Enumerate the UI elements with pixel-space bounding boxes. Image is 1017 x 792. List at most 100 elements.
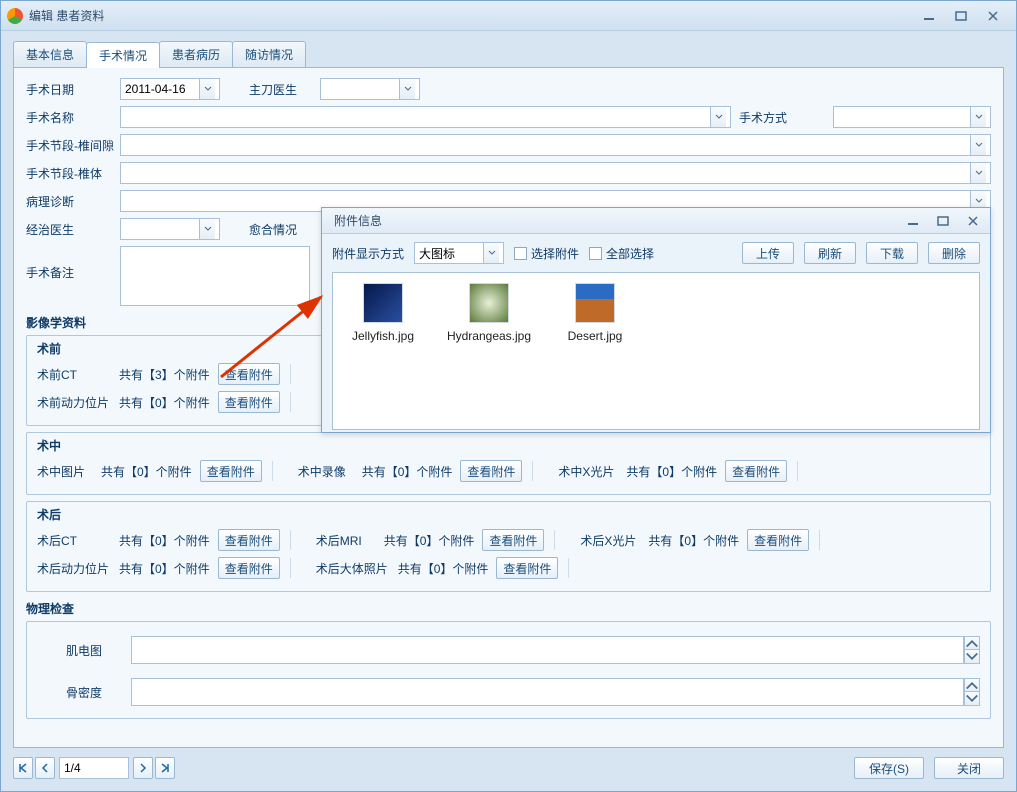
attachment-list: Jellyfish.jpg Hydrangeas.jpg Desert.jpg	[332, 272, 980, 430]
intraop-image-label: 术中图片	[37, 463, 93, 480]
chevron-up-icon[interactable]	[964, 678, 980, 692]
dialog-maximize-button[interactable]	[932, 213, 954, 229]
tab-followup[interactable]: 随访情况	[232, 41, 306, 67]
intraop-xray-view-button[interactable]: 查看附件	[725, 460, 787, 482]
close-button[interactable]: 关闭	[934, 757, 1004, 779]
delete-button[interactable]: 删除	[928, 242, 980, 264]
chevron-down-icon	[970, 135, 986, 155]
physical-group: 肌电图 骨密度	[26, 621, 991, 719]
intraop-title: 术中	[37, 437, 980, 454]
attending-field[interactable]	[120, 218, 220, 240]
chevron-down-icon	[970, 107, 986, 127]
postop-xray-label: 术后X光片	[580, 532, 640, 549]
intraop-xray-label: 术中X光片	[558, 463, 618, 480]
divider	[819, 530, 821, 550]
chevron-down-icon[interactable]	[964, 650, 980, 664]
preop-ct-view-button[interactable]: 查看附件	[218, 363, 280, 385]
postop-gross-label: 术后大体照片	[316, 560, 390, 577]
attachment-item[interactable]: Desert.jpg	[555, 283, 635, 343]
divider	[797, 461, 799, 481]
note-field[interactable]	[120, 246, 310, 306]
divider	[272, 461, 274, 481]
select-attachment-checkbox[interactable]: 选择附件	[514, 245, 579, 262]
display-mode-label: 附件显示方式	[332, 245, 404, 262]
bone-density-field[interactable]	[131, 678, 964, 706]
file-name: Jellyfish.jpg	[352, 329, 414, 343]
surgery-method-field[interactable]	[833, 106, 991, 128]
tab-basic-info[interactable]: 基本信息	[13, 41, 87, 67]
download-button[interactable]: 下载	[866, 242, 918, 264]
divider	[568, 558, 570, 578]
postop-mri-label: 术后MRI	[316, 532, 376, 549]
postop-gross-view-button[interactable]: 查看附件	[496, 557, 558, 579]
upload-button[interactable]: 上传	[742, 242, 794, 264]
intraop-video-view-button[interactable]: 查看附件	[460, 460, 522, 482]
postop-ct-view-button[interactable]: 查看附件	[218, 529, 280, 551]
maximize-button[interactable]	[950, 8, 972, 24]
surgery-name-label: 手术名称	[26, 109, 120, 126]
surgeon-field[interactable]	[320, 78, 420, 100]
intraop-video-count: 共有【0】个附件	[362, 463, 453, 480]
prev-page-button[interactable]	[35, 757, 55, 779]
dialog-minimize-button[interactable]	[902, 213, 924, 229]
window-title: 编辑 患者资料	[29, 7, 918, 24]
thumbnail-image	[363, 283, 403, 323]
tab-patient-history[interactable]: 患者病历	[159, 41, 233, 67]
postop-group: 术后 术后CT 共有【0】个附件 查看附件 术后MRI 共有【0】个附件 查看附…	[26, 501, 991, 592]
segment-vertebra-label: 手术节段-椎体	[26, 165, 120, 182]
first-page-button[interactable]	[13, 757, 33, 779]
divider	[290, 530, 292, 550]
preop-dynamic-view-button[interactable]: 查看附件	[218, 391, 280, 413]
chevron-down-icon	[483, 243, 499, 263]
divider	[290, 364, 292, 384]
note-label: 手术备注	[26, 246, 120, 281]
last-page-button[interactable]	[155, 757, 175, 779]
postop-title: 术后	[37, 506, 980, 523]
segment-intervertebral-label: 手术节段-椎间隙	[26, 137, 120, 154]
healing-label: 愈合情况	[226, 221, 320, 238]
refresh-button[interactable]: 刷新	[804, 242, 856, 264]
footer: 1/4 保存(S) 关闭	[13, 757, 1004, 779]
attachment-dialog: 附件信息 附件显示方式 大图标 选择附件 全部选择 上传 刷新 下载 删除	[321, 207, 991, 433]
app-icon	[7, 8, 23, 24]
display-mode-field[interactable]: 大图标	[414, 242, 504, 264]
close-button[interactable]	[982, 8, 1004, 24]
attachment-item[interactable]: Hydrangeas.jpg	[449, 283, 529, 343]
chevron-up-icon[interactable]	[964, 636, 980, 650]
chevron-down-icon	[970, 163, 986, 183]
postop-ct-count: 共有【0】个附件	[119, 532, 210, 549]
preop-ct-label: 术前CT	[37, 366, 111, 383]
chevron-down-icon[interactable]	[964, 692, 980, 706]
dialog-title: 附件信息	[334, 212, 902, 229]
divider	[554, 530, 556, 550]
emg-field[interactable]	[131, 636, 964, 664]
intraop-image-count: 共有【0】个附件	[101, 463, 192, 480]
page-number-field[interactable]: 1/4	[59, 757, 129, 779]
segment-intervertebral-field[interactable]	[120, 134, 991, 156]
next-page-button[interactable]	[133, 757, 153, 779]
tab-surgery[interactable]: 手术情况	[86, 42, 160, 68]
emg-stepper[interactable]	[964, 636, 980, 664]
minimize-button[interactable]	[918, 8, 940, 24]
dialog-close-button[interactable]	[962, 213, 984, 229]
bone-density-label: 骨密度	[37, 684, 131, 701]
postop-xray-view-button[interactable]: 查看附件	[747, 529, 809, 551]
surgery-date-label: 手术日期	[26, 81, 120, 98]
postop-mri-view-button[interactable]: 查看附件	[482, 529, 544, 551]
postop-dynamic-view-button[interactable]: 查看附件	[218, 557, 280, 579]
segment-vertebra-field[interactable]	[120, 162, 991, 184]
thumbnail-image	[575, 283, 615, 323]
attachment-item[interactable]: Jellyfish.jpg	[343, 283, 423, 343]
pathology-label: 病理诊断	[26, 193, 120, 210]
intraop-image-view-button[interactable]: 查看附件	[200, 460, 262, 482]
divider	[532, 461, 534, 481]
bone-density-stepper[interactable]	[964, 678, 980, 706]
thumbnail-image	[469, 283, 509, 323]
chevron-down-icon	[199, 219, 215, 239]
surgery-name-field[interactable]	[120, 106, 731, 128]
select-all-checkbox[interactable]: 全部选择	[589, 245, 654, 262]
save-button[interactable]: 保存(S)	[854, 757, 924, 779]
preop-ct-count: 共有【3】个附件	[119, 366, 210, 383]
surgery-date-field[interactable]: 2011-04-16	[120, 78, 220, 100]
chevron-down-icon	[199, 79, 215, 99]
